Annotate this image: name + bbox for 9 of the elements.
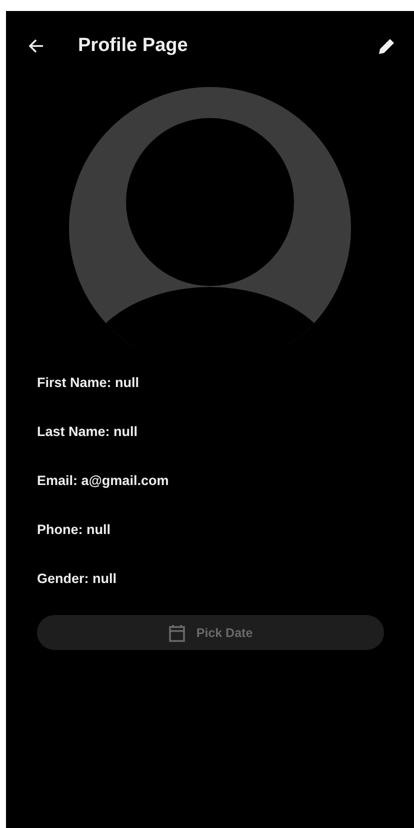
profile-field-text: Phone: null	[37, 521, 112, 538]
pencil-icon	[378, 37, 396, 55]
back-arrow-icon	[28, 38, 44, 54]
profile-field-text: Last Name: null	[37, 423, 139, 440]
profile-field-text: First Name: null	[37, 374, 140, 391]
page-title: Profile Page	[78, 35, 189, 57]
profile-field-text: Gender: null	[37, 570, 118, 587]
calendar-icon	[168, 624, 186, 642]
profile-field-text: Email: a@gmail.com	[37, 472, 170, 489]
